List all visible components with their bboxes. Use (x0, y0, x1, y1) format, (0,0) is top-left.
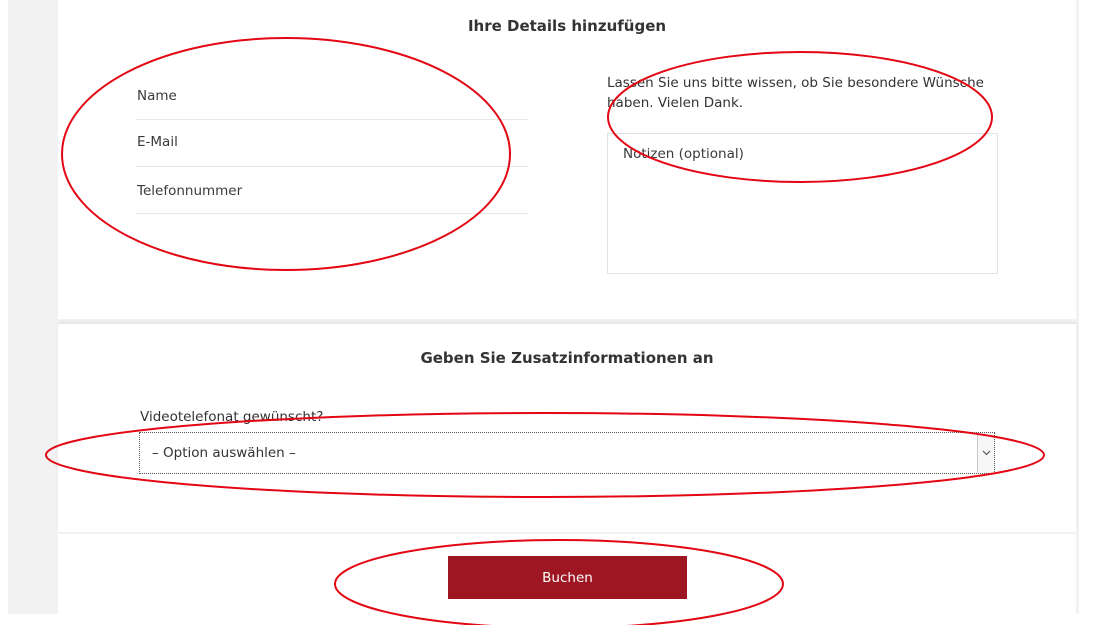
details-section-title: Ihre Details hinzufügen (467, 17, 667, 35)
special-requests-help-text: Lassen Sie uns bitte wissen, ob Sie beso… (607, 75, 984, 111)
phone-field[interactable] (136, 167, 529, 214)
email-input[interactable] (136, 134, 529, 150)
video-call-select[interactable]: – Option auswählen – (139, 432, 995, 474)
book-button[interactable]: Buchen (448, 556, 687, 599)
additional-info-card: Geben Sie Zusatzinformationen an (58, 324, 1076, 532)
video-call-label: Videotelefonat gewünscht? (140, 409, 324, 425)
notes-textarea[interactable] (607, 133, 998, 274)
name-input[interactable] (136, 88, 529, 104)
phone-input[interactable] (136, 183, 529, 199)
additional-info-title: Geben Sie Zusatzinformationen an (420, 349, 714, 367)
name-field[interactable] (136, 73, 529, 120)
email-field[interactable] (136, 120, 529, 167)
video-call-select-value: – Option auswählen – (152, 445, 296, 461)
chevron-down-icon[interactable] (977, 433, 994, 473)
